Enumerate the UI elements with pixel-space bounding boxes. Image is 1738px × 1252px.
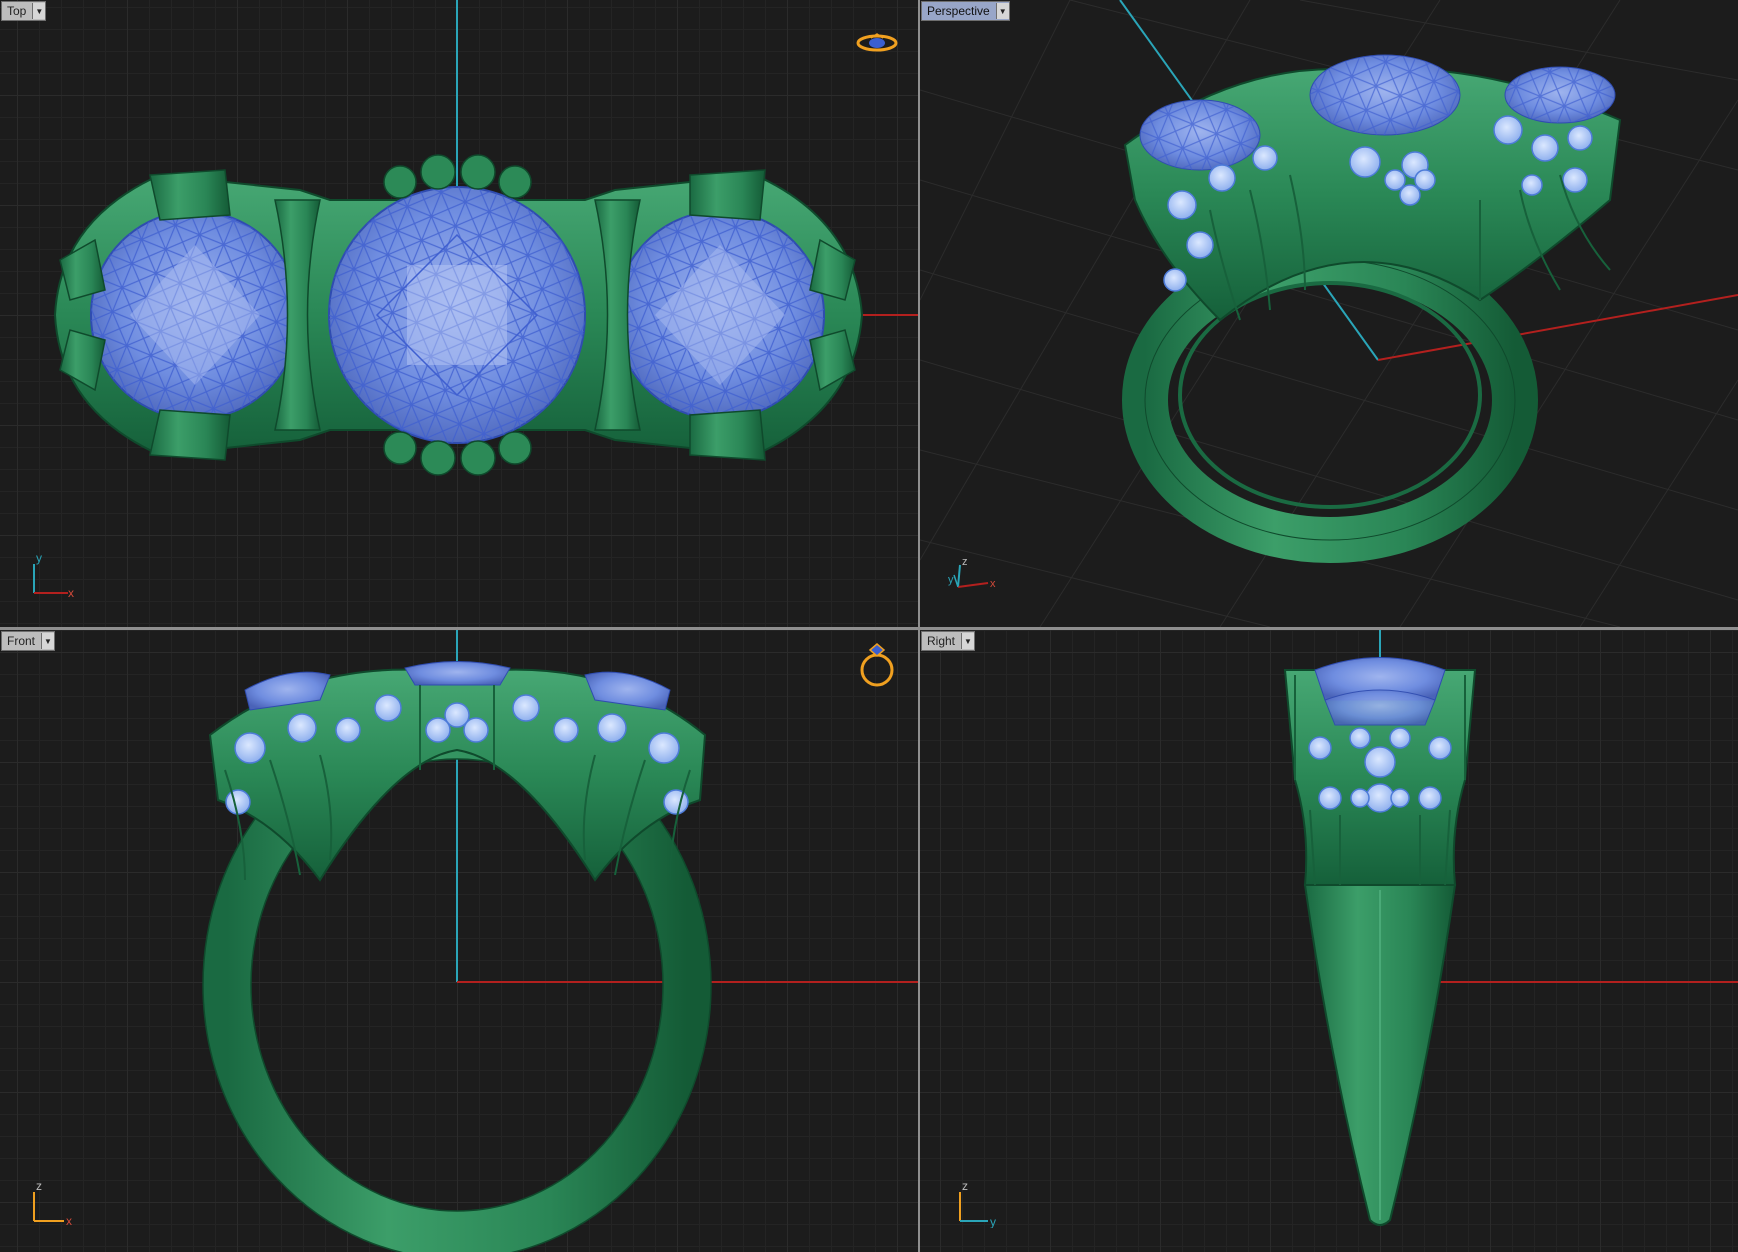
viewport-tab-label: Front bbox=[7, 634, 36, 648]
axis-gizmo: z x bbox=[33, 1179, 72, 1228]
axis-label-z: z bbox=[36, 1179, 42, 1193]
viewport-tab-top[interactable]: Top ▼ bbox=[1, 1, 47, 21]
axis-gizmo: z x y bbox=[948, 556, 996, 590]
perspective-view-model bbox=[1122, 54, 1622, 563]
viewport-tab-label: Perspective bbox=[927, 4, 990, 18]
viewport-tab-perspective[interactable]: Perspective ▼ bbox=[921, 1, 1010, 21]
left-gem bbox=[90, 210, 300, 420]
axis-label-z: z bbox=[962, 1179, 968, 1193]
front-view-model bbox=[202, 630, 918, 1252]
chevron-down-icon[interactable]: ▼ bbox=[961, 633, 975, 649]
viewport-right[interactable]: Right ▼ z y bbox=[920, 630, 1738, 1252]
ring-top-view-icon[interactable] bbox=[855, 30, 899, 56]
right-gem bbox=[615, 210, 825, 420]
viewport-tab-label: Top bbox=[7, 4, 27, 18]
axis-gizmo: z y bbox=[959, 1179, 996, 1228]
chevron-down-icon[interactable]: ▼ bbox=[995, 3, 1009, 19]
axis-label-y: y bbox=[36, 551, 42, 565]
axis-gizmo: y x bbox=[33, 551, 74, 600]
axis-label-x: x bbox=[990, 578, 996, 590]
axis-label-x: x bbox=[66, 1214, 72, 1228]
viewport-tab-label: Right bbox=[927, 634, 956, 648]
axis-label-x: x bbox=[68, 586, 74, 600]
center-gem bbox=[328, 186, 586, 444]
viewport-tab-front[interactable]: Front ▼ bbox=[1, 631, 56, 651]
axis-label-z: z bbox=[962, 556, 968, 568]
chevron-down-icon[interactable]: ▼ bbox=[32, 3, 46, 19]
viewport-tab-right[interactable]: Right ▼ bbox=[921, 631, 976, 651]
top-view-model bbox=[53, 0, 918, 476]
ring-icon[interactable] bbox=[856, 640, 898, 690]
viewport-front[interactable]: Front ▼ z x bbox=[0, 630, 918, 1252]
viewport-perspective[interactable]: Perspective ▼ z x y bbox=[920, 0, 1738, 627]
axis-label-y: y bbox=[990, 1215, 996, 1228]
chevron-down-icon[interactable]: ▼ bbox=[41, 633, 55, 649]
right-view-model bbox=[1283, 630, 1738, 1226]
viewport-top[interactable]: Top ▼ y x bbox=[0, 0, 918, 627]
axis-label-y: y bbox=[948, 574, 954, 586]
